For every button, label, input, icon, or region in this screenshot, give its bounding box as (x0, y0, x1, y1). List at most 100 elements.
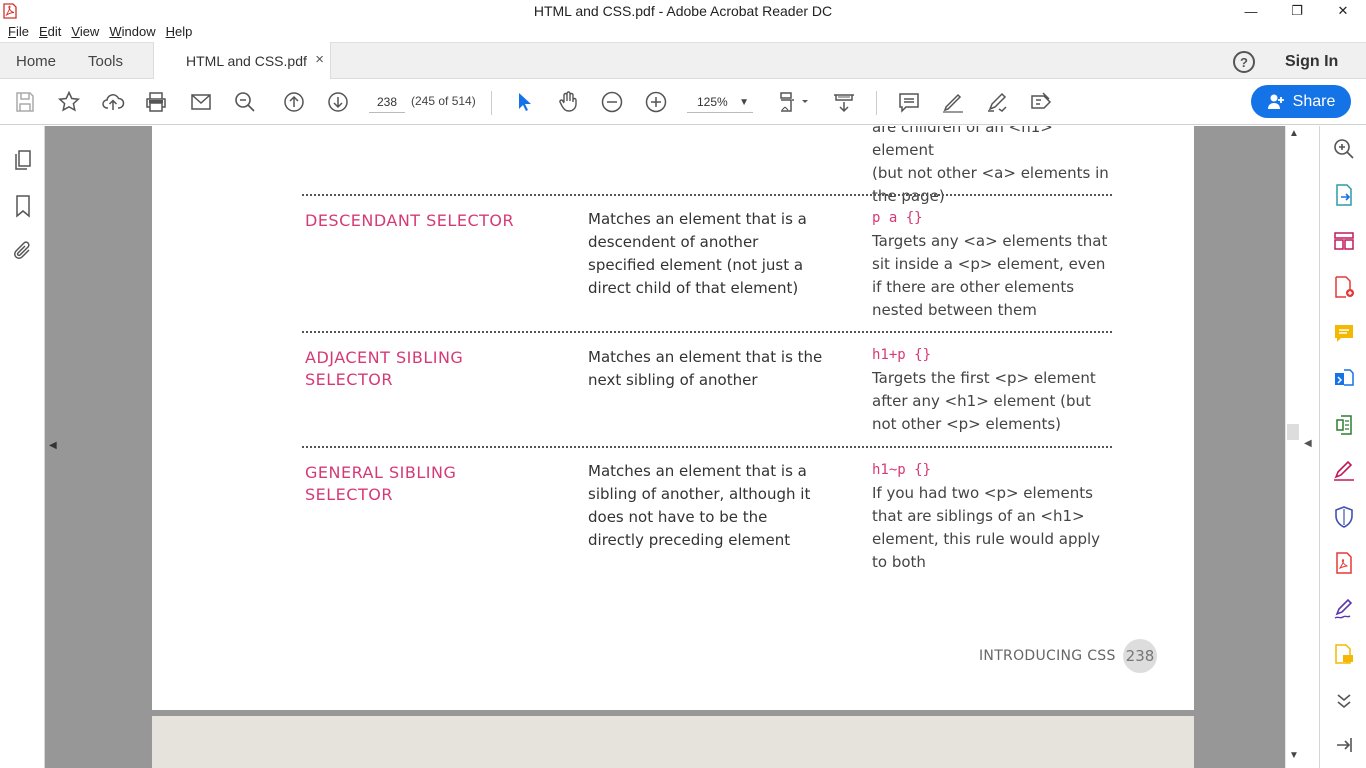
zoom-search-icon[interactable] (233, 90, 257, 114)
bookmark-star-icon[interactable] (57, 90, 81, 114)
attachments-paperclip-icon[interactable] (11, 239, 35, 263)
share-button[interactable]: Share (1251, 85, 1351, 118)
acrobat-pdf-icon[interactable] (1332, 551, 1356, 575)
search-icon[interactable] (1332, 137, 1356, 161)
comment-icon[interactable] (897, 90, 921, 114)
menu-bar: File Edit View Window Help (0, 22, 1366, 42)
selector-code: p a {} (872, 210, 923, 226)
organize-pages-icon[interactable] (1332, 229, 1356, 253)
page-display-icon[interactable] (778, 90, 810, 114)
more-tools-chevron-icon[interactable] (1332, 689, 1356, 713)
zoom-in-icon[interactable] (644, 90, 668, 114)
selector-description: Matches an element that is a descendent … (588, 210, 807, 297)
upload-cloud-icon[interactable] (101, 90, 125, 114)
fill-and-sign-icon[interactable] (1332, 459, 1356, 483)
edit-pdf-icon[interactable] (1332, 413, 1356, 437)
menu-help[interactable]: Help (162, 22, 197, 42)
share-button-label: Share (1292, 92, 1336, 110)
selector-name: DESCENDANT SELECTOR (305, 211, 515, 230)
tab-home[interactable]: Home (16, 53, 56, 70)
maximize-button[interactable]: ❐ (1274, 0, 1320, 22)
selector-name: ADJACENT SIBLING SELECTOR (305, 347, 463, 391)
bookmarks-icon[interactable] (11, 194, 35, 218)
selector-description: Matches an element that is the next sibl… (588, 348, 823, 389)
scroll-mode-icon[interactable] (832, 90, 856, 114)
selector-name-line: SELECTOR (305, 370, 393, 389)
chevron-down-icon: ▼ (739, 97, 749, 108)
save-icon[interactable] (13, 90, 37, 114)
close-tab-icon[interactable]: × (315, 51, 324, 68)
collapse-tools-pane-icon[interactable] (1332, 733, 1356, 757)
selector-description: Matches an element that is a sibling of … (588, 462, 811, 549)
request-signature-icon[interactable] (1332, 597, 1356, 621)
text-line: are children of an <h1> element (872, 126, 1053, 159)
menu-view[interactable]: View (67, 22, 103, 42)
row-divider (302, 331, 1112, 333)
toolbar: (245 of 514) 125% ▼ Share (0, 79, 1366, 125)
text-line: (but not other <a> elements in (872, 164, 1109, 182)
page-footer-label: INTRODUCING CSS (979, 648, 1116, 664)
left-navigation-pane (0, 126, 45, 768)
menu-edit[interactable]: Edit (35, 22, 65, 42)
selector-example: If you had two <p> elements that are sib… (872, 484, 1101, 571)
selector-name-line: SELECTOR (305, 485, 393, 504)
document-view[interactable]: ◀ are children of an <h1> element (but n… (45, 126, 1285, 768)
right-tools-pane (1319, 126, 1366, 768)
fill-sign-icon[interactable] (985, 90, 1009, 114)
left-pane-toggle[interactable]: ◀ (45, 126, 63, 768)
scroll-down-icon[interactable]: ▼ (1289, 750, 1299, 761)
selector-code: h1+p {} (872, 347, 932, 363)
select-cursor-icon[interactable] (512, 90, 536, 114)
selector-code: h1~p {} (872, 462, 932, 478)
menu-window[interactable]: Window (105, 22, 159, 42)
selector-example: Targets any <a> elements that sit inside… (872, 232, 1108, 319)
page-number-input[interactable] (369, 91, 405, 113)
print-icon[interactable] (144, 90, 168, 114)
collapse-right-icon: ◀ (1304, 438, 1312, 449)
row-divider (302, 194, 1112, 196)
add-user-icon (1267, 94, 1284, 109)
zoom-level-value: 125% (697, 95, 728, 109)
hand-tool-icon[interactable] (556, 90, 580, 114)
toolbar-divider (876, 91, 877, 115)
tab-document[interactable]: HTML and CSS.pdf × (153, 42, 331, 80)
title-bar: HTML and CSS.pdf - Adobe Acrobat Reader … (0, 0, 1366, 22)
zoom-level-select[interactable]: 125% ▼ (687, 91, 753, 113)
vertical-scrollbar[interactable]: ▲ ▼ (1285, 126, 1299, 768)
close-window-button[interactable]: ✕ (1320, 0, 1366, 22)
scroll-up-icon[interactable]: ▲ (1289, 128, 1299, 139)
protect-shield-icon[interactable] (1332, 505, 1356, 529)
selector-example: Targets the first <p> element after any … (872, 369, 1096, 433)
sign-in-button[interactable]: Sign In (1285, 53, 1338, 71)
tab-tools[interactable]: Tools (88, 53, 123, 70)
export-pdf-icon[interactable] (1332, 183, 1356, 207)
page-number-badge: 238 (1123, 639, 1157, 673)
help-icon[interactable]: ? (1233, 51, 1255, 73)
scrollbar-thumb[interactable] (1287, 424, 1299, 440)
previous-page-icon[interactable] (282, 90, 306, 114)
zoom-out-icon[interactable] (600, 90, 624, 114)
create-pdf-icon[interactable] (1332, 275, 1356, 299)
selector-name: GENERAL SIBLING SELECTOR (305, 462, 456, 506)
next-page-icon[interactable] (326, 90, 350, 114)
row-divider (302, 446, 1112, 448)
email-icon[interactable] (189, 90, 213, 114)
window-title: HTML and CSS.pdf - Adobe Acrobat Reader … (533, 3, 833, 19)
pdf-page: are children of an <h1> element (but not… (152, 126, 1194, 710)
selector-name-line: GENERAL SIBLING (305, 463, 457, 482)
next-pdf-page (152, 716, 1194, 768)
redact-stamp-icon[interactable] (1029, 90, 1053, 114)
page-thumbnails-icon[interactable] (11, 148, 35, 172)
highlight-pen-icon[interactable] (941, 90, 965, 114)
minimize-button[interactable]: — (1228, 0, 1274, 22)
collapse-left-icon: ◀ (49, 440, 57, 451)
page-count: (245 of 514) (411, 94, 476, 108)
text-line: the page) (872, 187, 945, 205)
right-pane-toggle[interactable]: ◀ (1299, 126, 1319, 768)
convert-pdf-icon[interactable] (1332, 367, 1356, 391)
send-for-comments-icon[interactable] (1332, 643, 1356, 667)
menu-file[interactable]: File (4, 22, 33, 42)
tab-bar: Home Tools HTML and CSS.pdf × ? Sign In (0, 42, 1366, 80)
comment-tool-icon[interactable] (1332, 321, 1356, 345)
selector-name-line: ADJACENT SIBLING (305, 348, 464, 367)
